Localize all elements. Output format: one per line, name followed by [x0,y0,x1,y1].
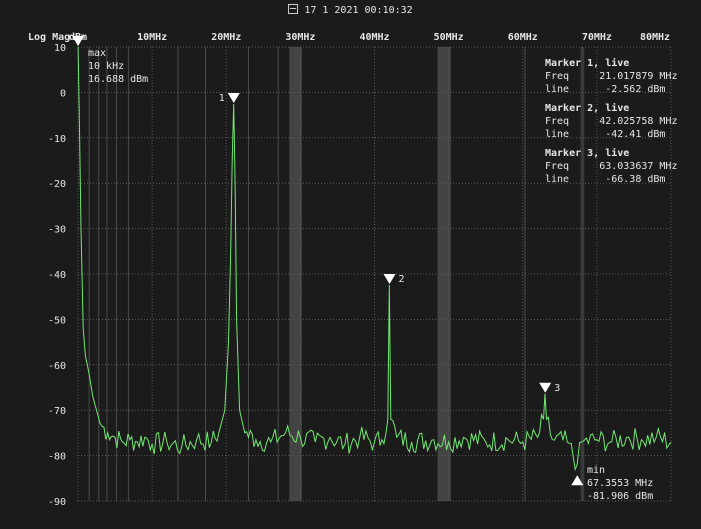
marker-1-freq-label: Freq [545,71,570,82]
y-tick-label: -80 [48,452,66,463]
marker-2-freq-label: Freq [545,116,570,127]
max-freq: 10 kHz [88,61,125,72]
marker-2-triangle[interactable] [383,273,396,284]
marker-3-triangle[interactable] [539,382,552,393]
marker-3-label: 3 [554,383,560,394]
x-tick-label: 50MHz [434,32,464,43]
y-tick-label: -90 [48,497,66,508]
marker-1-label: 1 [219,93,225,104]
y-tick-label: 10 [54,43,66,54]
marker-3-line: -66.38 dBm [605,174,666,185]
marker-1-freq: 21.017879 MHz [599,71,678,82]
marker-1-line: -2.562 dBm [605,84,666,95]
marker-2-line: -42.41 dBm [605,129,666,140]
x-tick-label: 30MHz [285,32,315,43]
x-tick-label: 60MHz [508,32,538,43]
marker-1-line-label: line [545,84,570,95]
marker-1-readout: Marker 1, live Freq 21.017879 MHz line -2.… [545,57,677,96]
x-tick-label: 70MHz [582,32,612,43]
marker-2-title: Marker 2, live [545,103,630,114]
y-tick-label: 0 [60,88,66,99]
min-value: -81.906 dBm [587,491,654,502]
min-freq: 67.3553 MHz [587,478,654,489]
scale-label: Log Mag [28,32,70,43]
y-tick-labels: 10 0 -10 -20 -30 -40 -50 -60 -70 -80 -90 [48,43,66,508]
marker-3-line-label: line [545,174,570,185]
marker-3-freq: 63.033637 MHz [599,161,678,172]
marker-2-readout: Marker 2, live Freq 42.025758 MHz line -42… [545,102,677,141]
x-tick-label: 40MHz [359,32,389,43]
marker-2-line-label: line [545,129,570,140]
y-tick-label: -20 [48,179,66,190]
y-tick-label: -60 [48,361,66,372]
x-tick-label: 80MHz [640,32,670,43]
marker-3-readout: Marker 3, live Freq 63.033637 MHz line -66… [545,147,677,186]
y-tick-label: -30 [48,225,66,236]
max-value: 16.688 dBm [88,74,149,85]
x-tick-labels: dBm10MHz20MHz30MHz40MHz50MHz60MHz70MHz80… [69,32,670,43]
y-tick-label: -50 [48,315,66,326]
x-tick-label: 20MHz [211,32,241,43]
marker-glyphs: 1 2 3 [72,36,584,486]
x-tick-label: 10MHz [137,32,167,43]
y-tick-label: -40 [48,270,66,281]
min-label: min [587,465,606,476]
marker-2-label: 2 [399,274,405,285]
marker-1-triangle[interactable] [227,93,240,104]
max-readout: max 10 kHz 16.688 dBm [88,47,148,86]
marker-1-title: Marker 1, live [545,58,630,69]
marker-3-title: Marker 3, live [545,148,630,159]
marker-3-freq-label: Freq [545,161,570,172]
y-tick-label: -10 [48,134,66,145]
min-readout: min 67.3553 MHz -81.906 dBm [587,464,653,503]
y-tick-label: -70 [48,406,66,417]
marker-2-freq: 42.025758 MHz [599,116,678,127]
max-label: max [88,48,107,59]
